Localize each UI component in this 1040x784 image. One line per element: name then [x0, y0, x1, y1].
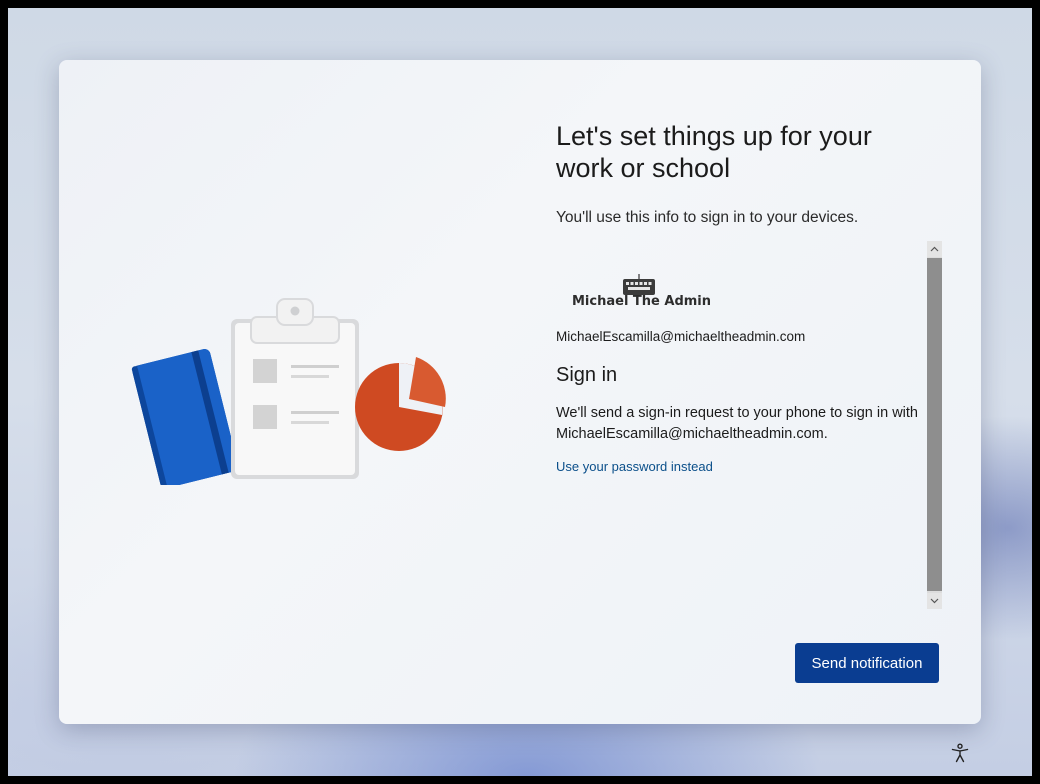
vertical-scrollbar[interactable] [927, 241, 942, 609]
notebook-icon [131, 349, 239, 485]
org-logo-text: Michael The Admin [572, 294, 712, 309]
signin-content: Michael The Admin MichaelEscamilla@micha… [556, 240, 928, 610]
org-logo: Michael The Admin [572, 274, 712, 316]
use-password-link[interactable]: Use your password instead [556, 459, 713, 474]
page-subtitle: You'll use this info to sign in to your … [556, 209, 859, 226]
setup-illustration [131, 298, 446, 485]
oobe-screen: Let's set things up for your work or sch… [8, 8, 1032, 776]
page-title: Let's set things up for your work or sch… [556, 121, 872, 183]
keyboard-icon [623, 274, 655, 295]
pie-chart-icon [355, 357, 446, 451]
signin-heading: Sign in [556, 364, 618, 386]
chevron-down-icon [930, 598, 939, 604]
account-email: MichaelEscamilla@michaeltheadmin.com [556, 329, 806, 344]
send-notification-button[interactable]: Send notification [795, 643, 939, 683]
clipboard-icon [231, 298, 359, 479]
accessibility-icon[interactable] [950, 743, 970, 763]
chevron-up-icon [930, 246, 939, 252]
signin-description-line1: We'll send a sign-in request to your pho… [556, 405, 918, 421]
scrollbar-thumb[interactable] [927, 258, 942, 591]
signin-description: We'll send a sign-in request to your pho… [556, 403, 928, 445]
signin-description-line2: MichaelEscamilla@michaeltheadmin.com. [556, 426, 828, 442]
scroll-down-button[interactable] [927, 593, 942, 609]
setup-dialog: Let's set things up for your work or sch… [59, 60, 981, 724]
scroll-up-button[interactable] [927, 241, 942, 257]
